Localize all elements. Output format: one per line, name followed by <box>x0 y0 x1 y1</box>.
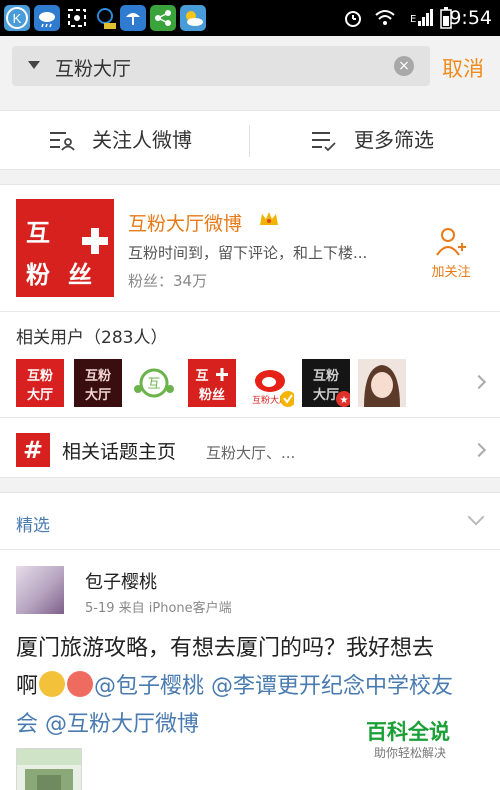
follow-button[interactable]: 加关注 <box>426 225 476 285</box>
logo-plus-v <box>91 228 99 254</box>
filter-list-icon <box>312 132 336 152</box>
filter-divider <box>249 125 250 157</box>
flushed-emoji-icon <box>39 671 66 697</box>
post-text-start: 啊 <box>16 674 39 699</box>
svg-text:粉丝: 粉丝 <box>199 387 225 403</box>
alarm-icon <box>342 7 364 33</box>
logo-char-3: 丝 <box>68 261 92 289</box>
mention-link[interactable]: @李谭更开纪念中学校友 <box>211 674 453 699</box>
topic-chevron-icon[interactable] <box>471 442 487 458</box>
related-user-avatar[interactable]: 互粉丝 <box>188 359 236 407</box>
follow-label: 加关注 <box>431 265 471 280</box>
account-logo[interactable]: 互 粉 丝 <box>16 199 114 297</box>
related-users-title[interactable]: 相关用户（283人） <box>16 323 167 348</box>
account-fans: 粉丝：34万 <box>128 272 208 290</box>
divider <box>0 417 500 418</box>
cloud-icon <box>34 5 60 31</box>
watermark-title: 百科全说 <box>366 720 450 744</box>
signal-icon <box>418 7 434 31</box>
person-list-icon <box>50 132 75 151</box>
logo-char-2: 粉 <box>26 261 50 289</box>
filter-row: 关注人微博 更多筛选 <box>0 110 500 170</box>
post-meta: 5-19 来自 iPhone客户端 <box>85 601 232 616</box>
screenshot-icon <box>64 5 90 31</box>
mention-link-cont[interactable]: 会 <box>16 712 38 737</box>
related-user-avatar[interactable]: 互粉大厅 <box>16 359 64 407</box>
weather-rain-icon <box>120 5 146 31</box>
featured-label: 精选 <box>16 516 50 536</box>
related-user-avatar[interactable] <box>358 359 406 407</box>
notification-icon <box>92 5 118 31</box>
svg-text:互: 互 <box>195 369 208 384</box>
followed-weibo-label: 关注人微博 <box>92 128 192 152</box>
k-app-icon: K <box>4 5 30 31</box>
related-user-avatar[interactable]: 互粉大厅 <box>74 359 122 407</box>
related-users-chevron-icon[interactable] <box>471 374 487 390</box>
logo-char-1: 互 <box>26 219 50 247</box>
svg-text:互: 互 <box>147 377 160 392</box>
search-input[interactable]: 互粉大厅 × <box>12 46 430 86</box>
search-bar: 互粉大厅 × 取消 <box>0 36 500 98</box>
watermark-subtitle: 助你轻松解决 <box>374 746 447 760</box>
mention-link[interactable]: @互粉大厅微博 <box>45 712 199 737</box>
svg-text:大厅: 大厅 <box>313 387 339 403</box>
post-username[interactable]: 包子樱桃 <box>85 568 157 594</box>
mention-link[interactable]: @包子樱桃 <box>94 674 204 699</box>
share-icon <box>150 5 176 31</box>
svg-text:★: ★ <box>340 395 349 406</box>
clock: 9:54 <box>449 7 492 29</box>
related-user-avatar[interactable]: 互粉大厅 ★ <box>302 359 352 407</box>
weather-icon <box>180 5 206 31</box>
svg-text:互粉: 互粉 <box>27 368 53 384</box>
clear-icon[interactable]: × <box>394 56 414 76</box>
chevron-down-icon[interactable] <box>467 508 485 526</box>
featured-header[interactable]: 精选 <box>0 492 500 550</box>
account-name[interactable]: 互粉大厅微博 <box>128 209 242 236</box>
wifi-icon <box>374 7 396 33</box>
post-avatar[interactable] <box>16 566 64 614</box>
topic-subtitle: 互粉大厅、... <box>206 444 296 462</box>
cancel-button[interactable]: 取消 <box>442 53 484 83</box>
account-card: 互 粉 丝 互粉大厅微博 互粉时间到，留下评论，和上下楼... 粉丝：34万 加… <box>0 184 500 478</box>
related-user-avatar[interactable]: 互 <box>130 359 178 407</box>
dropdown-caret-icon[interactable] <box>28 61 40 69</box>
add-user-icon <box>436 228 466 256</box>
crown-icon <box>258 209 280 234</box>
account-description: 互粉时间到，留下评论，和上下楼... <box>128 244 368 262</box>
svg-text:大厅: 大厅 <box>85 387 111 403</box>
post-text-line1: 厦门旅游攻略，有想去厦门的吗？我好想去 <box>16 636 435 661</box>
svg-text:大厅: 大厅 <box>27 387 53 403</box>
search-query[interactable]: 互粉大厅 <box>55 54 131 81</box>
divider <box>0 311 500 312</box>
svg-text:互粉: 互粉 <box>85 368 111 384</box>
post-image-thumbnail[interactable] <box>16 748 82 790</box>
signal-label: E <box>410 14 417 25</box>
svg-text:互粉: 互粉 <box>313 368 339 384</box>
topic-hash-icon: # <box>16 433 50 467</box>
topic-title[interactable]: 相关话题主页 <box>62 437 176 464</box>
svg-text:K: K <box>13 11 22 26</box>
related-user-avatar[interactable]: 互粉大厅 <box>246 359 296 407</box>
status-bar: K E 9:54 <box>0 0 500 36</box>
more-filters-label: 更多筛选 <box>354 128 434 152</box>
pig-emoji-icon <box>67 671 94 697</box>
